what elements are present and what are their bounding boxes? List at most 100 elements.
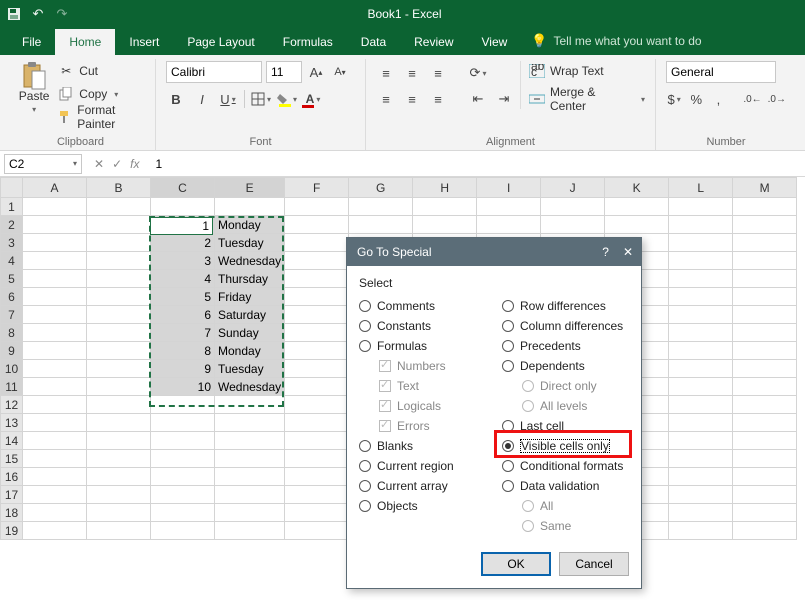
cell-M4[interactable] [733, 252, 797, 270]
row-header-4[interactable]: 4 [1, 252, 23, 270]
cell-M9[interactable] [733, 342, 797, 360]
undo-icon[interactable]: ↶ [30, 6, 46, 22]
col-header-G[interactable]: G [349, 178, 413, 198]
cell-F6[interactable] [285, 288, 349, 306]
align-bottom-icon[interactable]: ≡ [428, 63, 448, 83]
row-header-7[interactable]: 7 [1, 306, 23, 324]
dialog-titlebar[interactable]: Go To Special ? ✕ [347, 238, 641, 266]
opt-row-diff[interactable]: Row differences [502, 296, 629, 316]
row-header-17[interactable]: 17 [1, 486, 23, 504]
cell-B3[interactable] [87, 234, 151, 252]
cell-E4[interactable]: Wednesday [215, 252, 285, 270]
close-icon[interactable]: ✕ [623, 245, 633, 259]
cell-C16[interactable] [151, 468, 215, 486]
col-header-E[interactable]: E [215, 178, 285, 198]
paste-button[interactable]: Paste ▾ [16, 61, 52, 127]
cell-C5[interactable]: 4 [151, 270, 215, 288]
cell-L13[interactable] [669, 414, 733, 432]
cell-F2[interactable] [285, 216, 349, 234]
cell-M5[interactable] [733, 270, 797, 288]
cell-C8[interactable]: 7 [151, 324, 215, 342]
row-header-6[interactable]: 6 [1, 288, 23, 306]
wrap-text-button[interactable]: abcWrap Text [529, 61, 645, 81]
comma-format-button[interactable]: , [710, 89, 726, 109]
tab-view[interactable]: View [468, 29, 522, 55]
cell-F4[interactable] [285, 252, 349, 270]
opt-comments[interactable]: Comments [359, 296, 486, 316]
cell-E18[interactable] [215, 504, 285, 522]
cell-I1[interactable] [477, 198, 541, 216]
cell-F5[interactable] [285, 270, 349, 288]
row-header-12[interactable]: 12 [1, 396, 23, 414]
opt-current-array[interactable]: Current array [359, 476, 486, 496]
confirm-edit-icon[interactable]: ✓ [112, 157, 122, 171]
cell-L15[interactable] [669, 450, 733, 468]
cell-F3[interactable] [285, 234, 349, 252]
cell-F7[interactable] [285, 306, 349, 324]
increase-indent-icon[interactable]: ⇥ [494, 89, 514, 109]
cell-B17[interactable] [87, 486, 151, 504]
row-header-5[interactable]: 5 [1, 270, 23, 288]
redo-icon[interactable]: ↷ [54, 6, 70, 22]
cell-J1[interactable] [541, 198, 605, 216]
cut-button[interactable]: ✂Cut [58, 61, 145, 81]
cell-G2[interactable] [349, 216, 413, 234]
cell-E5[interactable]: Thursday [215, 270, 285, 288]
cell-H1[interactable] [413, 198, 477, 216]
cell-F11[interactable] [285, 378, 349, 396]
cell-F12[interactable] [285, 396, 349, 414]
ok-button[interactable]: OK [481, 552, 551, 576]
cell-C4[interactable]: 3 [151, 252, 215, 270]
cell-M13[interactable] [733, 414, 797, 432]
cell-E12[interactable] [215, 396, 285, 414]
cell-M12[interactable] [733, 396, 797, 414]
percent-format-button[interactable]: % [688, 89, 704, 109]
cell-A11[interactable] [23, 378, 87, 396]
cell-M7[interactable] [733, 306, 797, 324]
cell-B12[interactable] [87, 396, 151, 414]
col-header-C[interactable]: C [151, 178, 215, 198]
cell-E13[interactable] [215, 414, 285, 432]
opt-data-valid[interactable]: Data validation [502, 476, 629, 496]
cell-L9[interactable] [669, 342, 733, 360]
cell-A17[interactable] [23, 486, 87, 504]
cell-B7[interactable] [87, 306, 151, 324]
cell-B2[interactable] [87, 216, 151, 234]
opt-constants[interactable]: Constants [359, 316, 486, 336]
tab-review[interactable]: Review [400, 29, 467, 55]
cell-A18[interactable] [23, 504, 87, 522]
cell-M8[interactable] [733, 324, 797, 342]
opt-blanks[interactable]: Blanks [359, 436, 486, 456]
cell-L6[interactable] [669, 288, 733, 306]
number-format-select[interactable] [666, 61, 776, 83]
cell-L4[interactable] [669, 252, 733, 270]
cell-F8[interactable] [285, 324, 349, 342]
cell-A14[interactable] [23, 432, 87, 450]
select-all-corner[interactable] [1, 178, 23, 198]
cell-M6[interactable] [733, 288, 797, 306]
copy-button[interactable]: Copy▾ [58, 84, 145, 104]
cell-C17[interactable] [151, 486, 215, 504]
help-icon[interactable]: ? [602, 245, 609, 259]
bold-button[interactable]: B [166, 89, 186, 109]
cell-M3[interactable] [733, 234, 797, 252]
cell-A1[interactable] [23, 198, 87, 216]
cell-L2[interactable] [669, 216, 733, 234]
cell-M19[interactable] [733, 522, 797, 540]
cell-B8[interactable] [87, 324, 151, 342]
accounting-format-button[interactable]: $ [666, 89, 682, 109]
cell-M2[interactable] [733, 216, 797, 234]
cell-C12[interactable] [151, 396, 215, 414]
cell-L19[interactable] [669, 522, 733, 540]
cell-M10[interactable] [733, 360, 797, 378]
cell-L5[interactable] [669, 270, 733, 288]
cell-J2[interactable] [541, 216, 605, 234]
cell-A2[interactable] [23, 216, 87, 234]
opt-last-cell[interactable]: Last cell [502, 416, 629, 436]
cell-B5[interactable] [87, 270, 151, 288]
cell-L8[interactable] [669, 324, 733, 342]
format-painter-button[interactable]: Format Painter [58, 107, 145, 127]
cell-F16[interactable] [285, 468, 349, 486]
cell-B15[interactable] [87, 450, 151, 468]
cell-A10[interactable] [23, 360, 87, 378]
